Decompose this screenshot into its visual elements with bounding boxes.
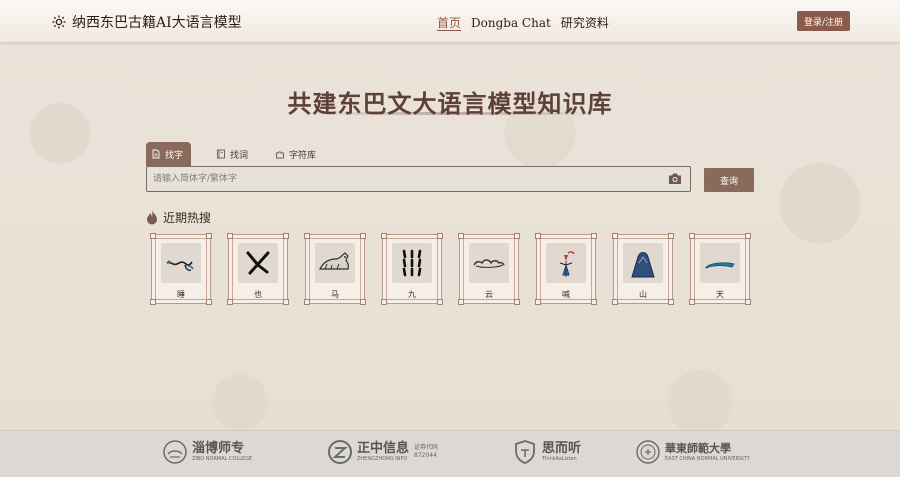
logo-subtitle: ZIBO NORMAL COLLEGE [192,456,253,462]
hot-item-label: 天 [716,290,724,299]
hot-item-label: 云 [485,290,493,299]
hot-item-label: 睡 [177,290,185,299]
hot-item-label: 马 [331,290,339,299]
hot-search-heading: 近期热搜 [146,209,211,226]
glyph-image [546,243,586,283]
document-icon [152,149,160,159]
logo-name: 淄博师专 [192,441,245,456]
logo-zibo-normal-college: 淄博师专 ZIBO NORMAL COLLEGE [162,439,252,465]
page-title: 共建东巴文大语言模型知识库 [287,89,613,118]
hot-item-label: 也 [254,290,262,299]
stock-code-label: 证券代码 [414,444,439,451]
partner-footer: 淄博师专 ZIBO NORMAL COLLEGE 正中信息 ZHENGZHONG… [0,430,900,477]
logo-zhengzhong-info: 正中信息 ZHENGZHONG INFO 证券代码 872044 [327,439,438,465]
stock-code-value: 872044 [414,452,437,459]
glyph-image [623,243,663,283]
logo-subtitle: ThinkAsListen [542,456,577,462]
glyph-image [315,243,355,283]
book-icon [217,149,225,159]
glyph-image [700,243,740,283]
dongba-glyph-nine-icon [402,249,422,277]
logo-think-as-listen: 思而听 ThinkAsListen [512,439,581,465]
tab-label: 找词 [230,150,249,161]
stock-code: 证券代码 872044 [414,444,438,460]
tab-label: 字符库 [289,150,317,161]
search-box [146,166,691,192]
hot-item-shout[interactable]: 喊 [535,233,597,305]
hot-search-title: 近期热搜 [163,211,212,225]
ecnu-seal-icon [636,440,660,464]
dongba-glyph-ye-icon [246,251,270,275]
brand[interactable]: 纳西东巴古籍AI大语言模型 [52,12,242,32]
logo-name: 華東師範大學 [665,442,731,455]
glyph-image [161,243,201,283]
dongba-glyph-cloud-icon [473,259,505,268]
hot-item-cloud[interactable]: 云 [458,233,520,305]
hot-item-horse[interactable]: 马 [304,233,366,305]
nav-home[interactable]: 首页 [437,14,461,31]
search-input[interactable] [153,167,653,191]
zibo-emblem-icon [163,440,187,464]
logo-east-china-normal-university: 華東師範大學 EAST CHINA NORMAL UNIVERSITY [635,439,750,465]
glyph-image [238,243,278,283]
logo-subtitle: EAST CHINA NORMAL UNIVERSITY [665,456,750,462]
flame-icon [147,210,157,225]
logo-name: 正中信息 [357,441,410,456]
nav-dongba-chat[interactable]: Dongba Chat [471,16,551,30]
hot-item-label: 喊 [562,290,570,299]
tab-find-word[interactable]: 找词 [211,142,256,166]
hot-item-mountain[interactable]: 山 [612,233,674,305]
hot-item-label: 九 [408,290,416,299]
tab-label: 找字 [165,150,184,161]
search-tabs: 找字 找词 字符库 [146,142,338,166]
logo-name: 思而听 [542,441,582,456]
tab-find-character[interactable]: 找字 [146,142,192,166]
logo-subtitle: ZHENGZHONG INFO [357,456,408,462]
dongba-glyph-sleep-icon [166,260,194,271]
hot-item-sleep[interactable]: 睡 [150,233,212,305]
top-header: 纳西东巴古籍AI大语言模型 首页 Dongba Chat 研究资料 登录/注册 [0,0,900,43]
sun-logo-icon [52,15,66,29]
dongba-glyph-mountain-icon [631,252,655,278]
dongba-glyph-shout-icon [559,251,575,277]
hot-item-nine[interactable]: 九 [381,233,443,305]
shield-icon [515,440,535,464]
tab-character-library[interactable]: 字符库 [270,142,324,166]
glyph-image [469,243,509,283]
site-title: 纳西东巴古籍AI大语言模型 [72,15,242,31]
puzzle-icon [276,151,284,159]
hot-item-ye[interactable]: 也 [227,233,289,305]
glyph-image [392,243,432,283]
login-register-button[interactable]: 登录/注册 [797,11,850,31]
hot-item-sky[interactable]: 天 [689,233,751,305]
main-nav: 首页 Dongba Chat 研究资料 [437,14,619,31]
dongba-glyph-horse-icon [319,252,349,270]
camera-icon[interactable] [668,172,682,185]
nav-research[interactable]: 研究资料 [561,14,609,31]
hot-item-label: 山 [639,290,647,299]
dongba-glyph-sky-icon [705,262,735,269]
zhengzhong-emblem-icon [328,440,352,464]
query-button[interactable]: 查询 [704,168,754,192]
